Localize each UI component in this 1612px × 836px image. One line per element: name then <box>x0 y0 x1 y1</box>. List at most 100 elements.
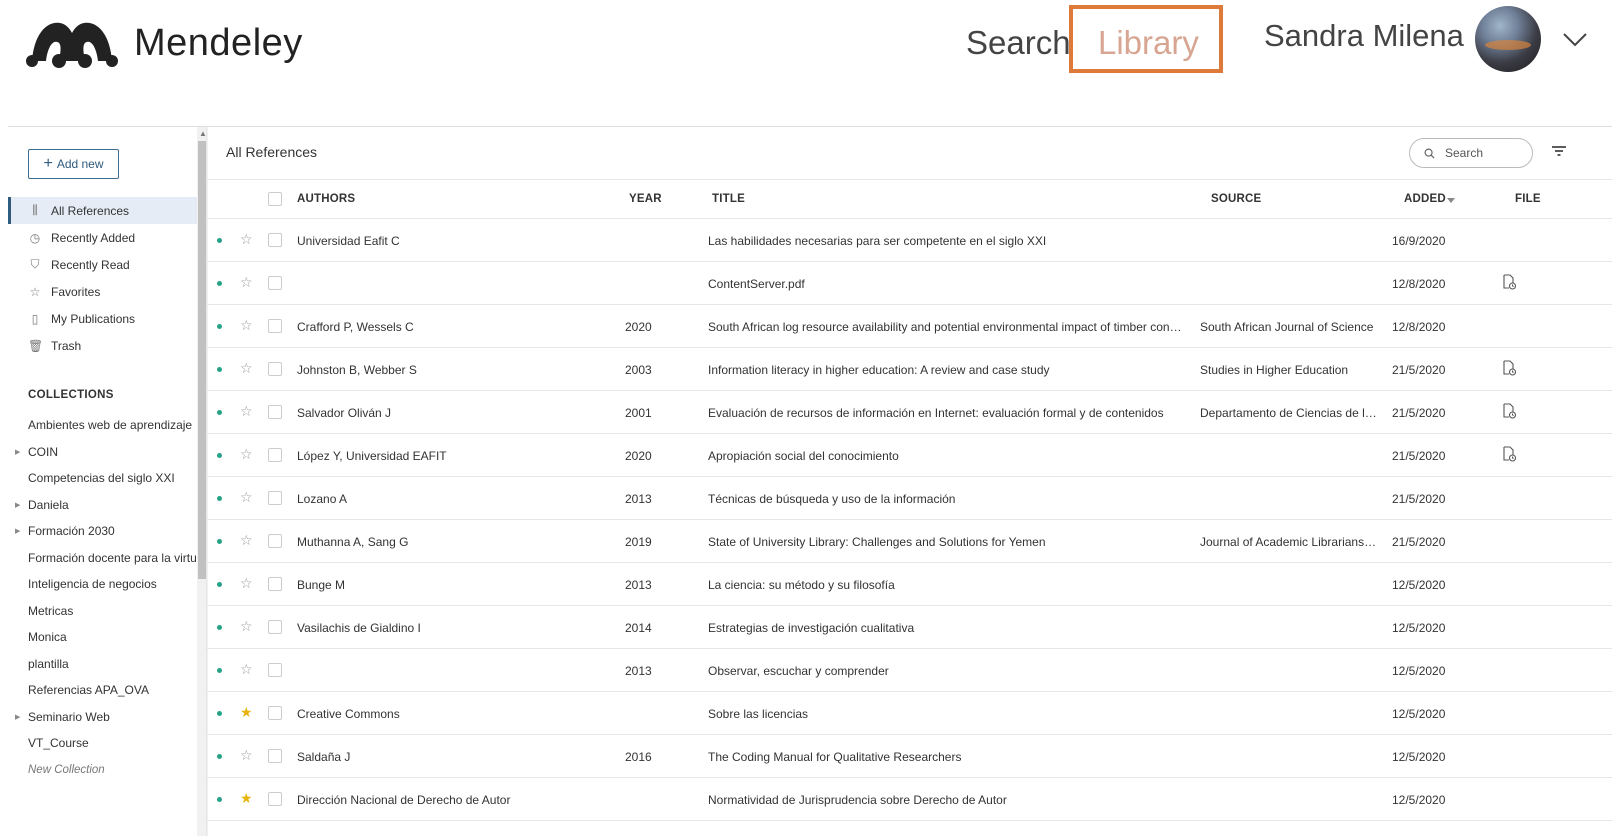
sidebar-item-recently-read[interactable]: ⛉ Recently Read <box>8 251 197 278</box>
expand-triangle-icon[interactable]: ▶ <box>15 501 20 509</box>
row-checkbox[interactable] <box>268 577 282 591</box>
column-title[interactable]: TITLE <box>712 193 745 205</box>
column-source[interactable]: SOURCE <box>1211 193 1261 205</box>
favorite-star-icon[interactable]: ★ <box>240 704 253 721</box>
collection-item[interactable]: Inteligencia de negocios <box>8 571 197 598</box>
add-new-button[interactable]: + Add new <box>28 149 119 179</box>
row-title[interactable]: The Coding Manual for Qualitative Resear… <box>708 750 1186 764</box>
pdf-file-icon[interactable] <box>1501 446 1517 462</box>
table-row[interactable]: ☆ Johnston B, Webber S 2003 Information lit… <box>207 348 1612 391</box>
table-row[interactable]: ☆ Salvador Oliván J 2001 Evaluación de recu… <box>207 391 1612 434</box>
favorite-star-icon[interactable]: ☆ <box>240 747 253 764</box>
row-checkbox[interactable] <box>268 448 282 462</box>
chevron-down-icon[interactable] <box>1560 24 1590 54</box>
expand-triangle-icon[interactable]: ▶ <box>15 448 20 456</box>
row-title[interactable]: Evaluación de recursos de información en… <box>708 406 1186 420</box>
row-checkbox[interactable] <box>268 620 282 634</box>
favorite-star-icon[interactable]: ☆ <box>240 274 253 291</box>
favorite-star-icon[interactable]: ☆ <box>240 575 253 592</box>
avatar[interactable] <box>1475 6 1541 72</box>
favorite-star-icon[interactable]: ☆ <box>240 403 253 420</box>
row-checkbox[interactable] <box>268 319 282 333</box>
table-row[interactable]: ☆ López Y, Universidad EAFIT 2020 Apropiaci… <box>207 434 1612 477</box>
collection-item[interactable]: Referencias APA_OVA <box>8 677 197 704</box>
sidebar-item-all-references[interactable]: ⫼ All References <box>8 197 197 224</box>
sidebar-item-my-publications[interactable]: ▯ My Publications <box>8 305 197 332</box>
sidebar-item-favorites[interactable]: ☆ Favorites <box>8 278 197 305</box>
row-checkbox[interactable] <box>268 362 282 376</box>
sidebar-item-trash[interactable]: 🗑 Trash <box>8 332 197 359</box>
row-checkbox[interactable] <box>268 534 282 548</box>
row-title[interactable]: Information literacy in higher education… <box>708 363 1186 377</box>
filter-icon[interactable] <box>1551 143 1567 159</box>
expand-triangle-icon[interactable]: ▶ <box>15 527 20 535</box>
row-title[interactable]: State of University Library: Challenges … <box>708 535 1186 549</box>
row-checkbox[interactable] <box>268 405 282 419</box>
row-title[interactable]: Las habilidades necesarias para ser comp… <box>708 234 1186 248</box>
table-row[interactable]: ☆ Vasilachis de Gialdino I 2014 Estrategias… <box>207 606 1612 649</box>
mendeley-logo-icon[interactable] <box>24 15 120 73</box>
collection-item[interactable]: Formación docente para la virtualidad <box>8 545 197 572</box>
table-row[interactable]: ☆ Lozano A 2013 Técnicas de búsqueda y uso … <box>207 477 1612 520</box>
new-collection-button[interactable]: New Collection <box>8 757 197 784</box>
row-checkbox[interactable] <box>268 706 282 720</box>
collection-item[interactable]: Metricas <box>8 598 197 625</box>
nav-library-link[interactable]: Library <box>1098 24 1199 62</box>
table-row[interactable]: ☆ Muthanna A, Sang G 2019 State of Universi… <box>207 520 1612 563</box>
collection-item[interactable]: ▶ COIN <box>8 439 197 466</box>
column-file[interactable]: FILE <box>1515 193 1541 205</box>
table-row[interactable]: ★ Dirección Nacional de Derecho de Autor N… <box>207 778 1612 821</box>
table-row[interactable]: ☆ ContentServer.pdf 12/8/2020 <box>207 262 1612 305</box>
favorite-star-icon[interactable]: ☆ <box>240 446 253 463</box>
row-checkbox[interactable] <box>268 792 282 806</box>
table-row[interactable]: ☆ Bunge M 2013 La ciencia: su método y su f… <box>207 563 1612 606</box>
favorite-star-icon[interactable]: ☆ <box>240 618 253 635</box>
collection-item[interactable]: Competencias del siglo XXI <box>8 465 197 492</box>
collection-item[interactable]: ▶ Seminario Web <box>8 704 197 731</box>
table-row[interactable]: ☆ Universidad Eafit C Las habilidades nece… <box>207 219 1612 262</box>
collection-item[interactable]: VT_Course <box>8 730 197 757</box>
pdf-file-icon[interactable] <box>1501 403 1517 419</box>
favorite-star-icon[interactable]: ☆ <box>240 360 253 377</box>
row-checkbox[interactable] <box>268 663 282 677</box>
row-checkbox[interactable] <box>268 491 282 505</box>
favorite-star-icon[interactable]: ★ <box>240 790 253 807</box>
table-row[interactable]: ★ Creative Commons Sobre las licencias 12/5… <box>207 692 1612 735</box>
collection-item[interactable]: ▶ Daniela <box>8 492 197 519</box>
row-checkbox[interactable] <box>268 749 282 763</box>
collection-item[interactable]: Ambientes web de aprendizaje <box>8 412 197 439</box>
row-title[interactable]: Apropiación social del conocimiento <box>708 449 1186 463</box>
collection-item[interactable]: ▶ Formación 2030 <box>8 518 197 545</box>
table-row[interactable]: ☆ Saldaña J 2016 The Coding Manual for Qual… <box>207 735 1612 778</box>
user-name[interactable]: Sandra Milena <box>1264 18 1464 54</box>
expand-triangle-icon[interactable]: ▶ <box>15 713 20 721</box>
select-all-checkbox[interactable] <box>268 192 282 206</box>
collection-item[interactable]: Monica <box>8 624 197 651</box>
sort-desc-icon[interactable] <box>1447 198 1455 204</box>
row-title[interactable]: ContentServer.pdf <box>708 277 1186 291</box>
row-title[interactable]: Observar, escuchar y comprender <box>708 664 1186 678</box>
collection-item[interactable]: plantilla <box>8 651 197 678</box>
row-title[interactable]: Estrategias de investigación cualitativa <box>708 621 1186 635</box>
sidebar-item-recently-added[interactable]: ◷ Recently Added <box>8 224 197 251</box>
pdf-file-icon[interactable] <box>1501 360 1517 376</box>
column-added[interactable]: ADDED <box>1404 193 1446 205</box>
row-title[interactable]: La ciencia: su método y su filosofía <box>708 578 1186 592</box>
column-authors[interactable]: AUTHORS <box>297 193 355 205</box>
column-year[interactable]: YEAR <box>629 193 662 205</box>
favorite-star-icon[interactable]: ☆ <box>240 317 253 334</box>
favorite-star-icon[interactable]: ☆ <box>240 661 253 678</box>
row-title[interactable]: Sobre las licencias <box>708 707 1186 721</box>
row-title[interactable]: Técnicas de búsqueda y uso de la informa… <box>708 492 1186 506</box>
favorite-star-icon[interactable]: ☆ <box>240 532 253 549</box>
nav-search-link[interactable]: Search <box>966 24 1071 62</box>
pdf-file-icon[interactable] <box>1501 274 1517 290</box>
search-input[interactable]: Search <box>1409 138 1533 168</box>
table-row[interactable]: ☆ 2013 Observar, escuchar y comprender 12/5… <box>207 649 1612 692</box>
row-title[interactable]: South African log resource availability … <box>708 320 1186 334</box>
table-row[interactable]: ☆ Crafford P, Wessels C 2020 South African … <box>207 305 1612 348</box>
favorite-star-icon[interactable]: ☆ <box>240 489 253 506</box>
favorite-star-icon[interactable]: ☆ <box>240 231 253 248</box>
row-title[interactable]: Normatividad de Jurisprudencia sobre Der… <box>708 793 1186 807</box>
row-checkbox[interactable] <box>268 233 282 247</box>
